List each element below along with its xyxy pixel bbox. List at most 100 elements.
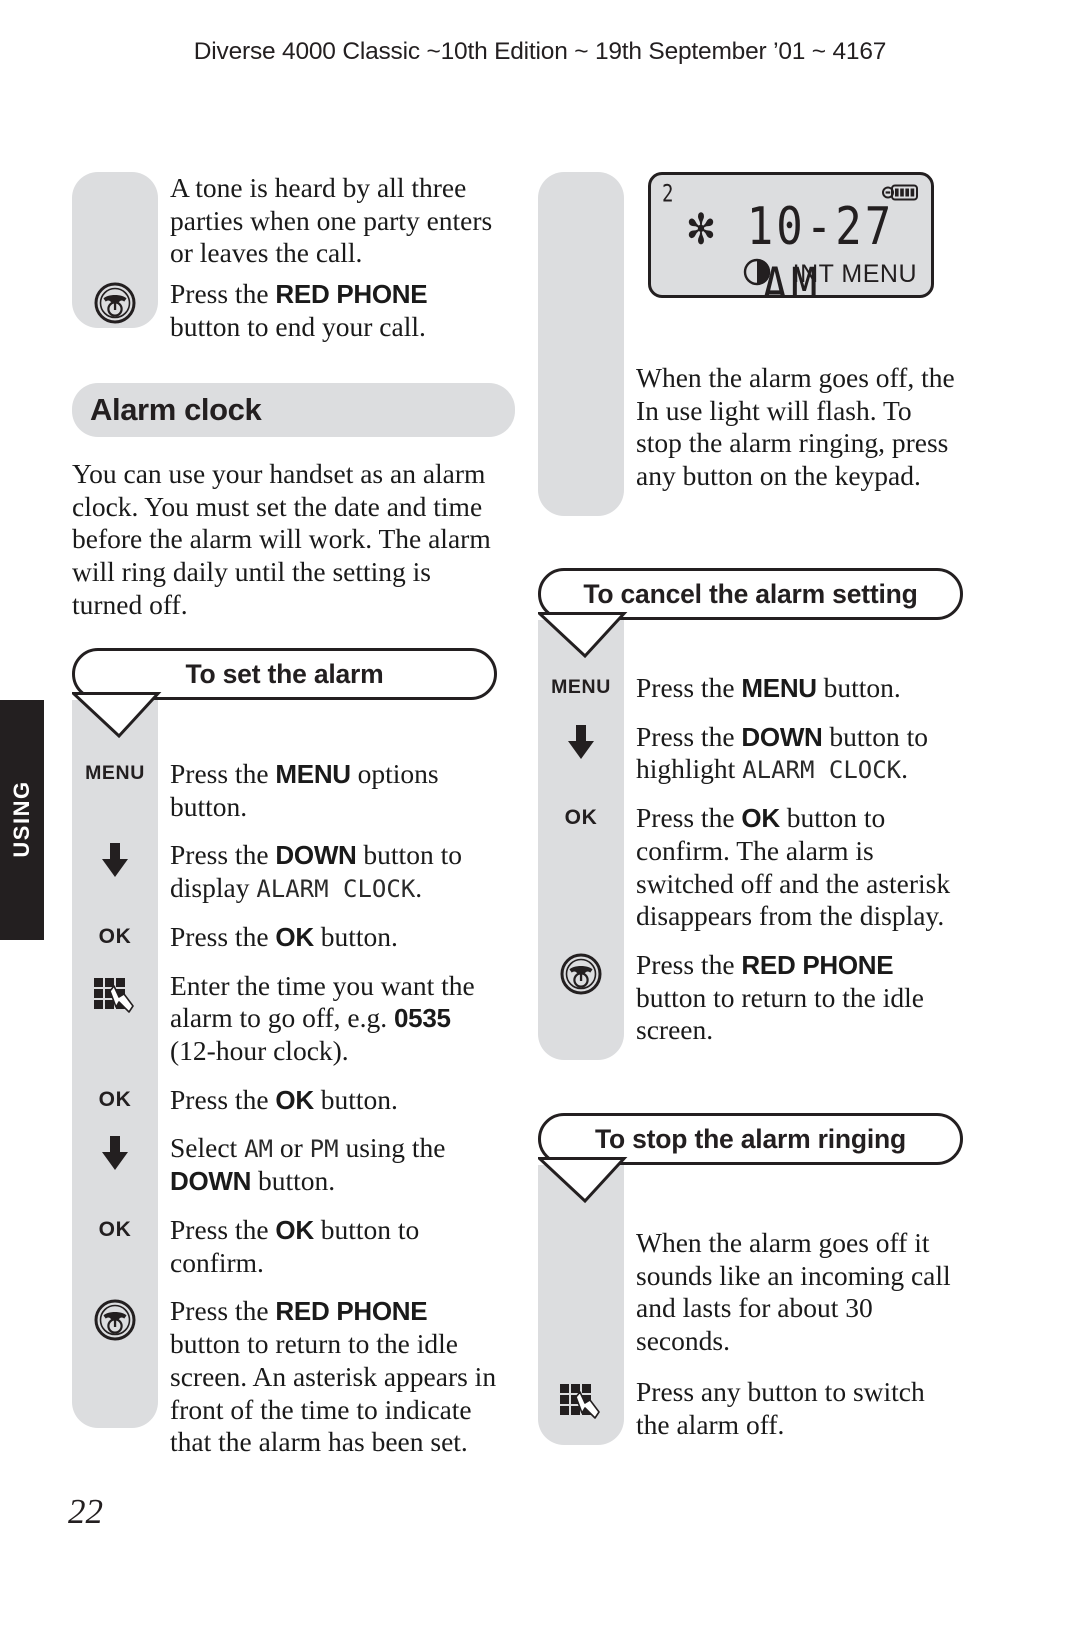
manual-page: Diverse 4000 Classic ~10th Edition ~ 19t…: [0, 0, 1080, 1648]
marker-empty: [72, 172, 158, 176]
step-row: Press the RED PHONE button to return to …: [538, 949, 963, 1047]
step-marker: [72, 1132, 158, 1171]
step-text: Press the: [636, 672, 742, 703]
step-marker: OK: [72, 1214, 158, 1242]
intro-paragraph-row: A tone is heard by all three parties whe…: [72, 172, 497, 270]
step-text: When the alarm goes off it sounds like a…: [636, 1227, 951, 1357]
step-text: Press the: [636, 802, 742, 834]
marker-label-menu: MENU: [551, 676, 611, 698]
emphasis-text: OK: [275, 1214, 314, 1245]
lcd-screen: 2 ✻ 10-27 AM INT MENU: [648, 172, 934, 298]
intro-step-row: Press the RED PHONE button to end your c…: [72, 278, 497, 343]
marker-red-phone: [72, 278, 158, 324]
step-text: Press the: [170, 758, 276, 789]
step-text: Press the: [170, 1295, 276, 1327]
callout-tail-icon: [538, 1157, 628, 1204]
step-marker: OK: [538, 802, 624, 830]
step-text: .: [901, 753, 909, 785]
marker-label-ok: OK: [98, 1087, 132, 1111]
step-text: (12-hour clock).: [170, 1035, 349, 1067]
red-phone-icon: [560, 953, 602, 995]
emphasis-text: OK: [275, 921, 314, 952]
step-marker: [72, 1295, 158, 1341]
step-body: Press the MENU button.: [624, 672, 963, 705]
step-marker: OK: [72, 1084, 158, 1112]
intro-step-post: button to end your call.: [170, 310, 426, 342]
lcd-panel: 2 ✻ 10-27 AM INT MENU: [648, 172, 934, 298]
step-row: Enter the time you want the alarm to go …: [72, 970, 497, 1068]
step-marker: MENU: [538, 672, 624, 699]
marker-label-ok: OK: [98, 1217, 132, 1241]
step-text: button.: [251, 1165, 336, 1197]
step-marker: [538, 721, 624, 759]
lcd-caption: When the alarm goes off, the In use ligh…: [636, 362, 955, 492]
keypad-icon: [94, 977, 134, 1013]
step-row: Press the DOWN button to display ALARM C…: [72, 839, 497, 904]
lcd-display-text: ALARM CLOCK: [742, 756, 902, 785]
step-marker: [538, 1227, 624, 1231]
emphasis-text: DOWN: [275, 840, 357, 871]
red-phone-icon: [94, 1299, 136, 1341]
step-body: Select AM or PM using the DOWN button.: [158, 1132, 497, 1197]
intro-step-bold: RED PHONE: [275, 279, 428, 310]
step-text: or: [272, 1132, 310, 1164]
callout-tail-icon: [538, 612, 628, 659]
step-row: OK Press the OK button.: [72, 921, 497, 954]
callout-tail-icon: [72, 692, 162, 739]
step-text: button.: [313, 1083, 398, 1115]
keypad-icon: [560, 1383, 600, 1419]
step-marker: [72, 839, 158, 878]
step-text: button.: [816, 672, 901, 703]
step-body: Press the MENU options button.: [158, 758, 497, 823]
intro-callout-block: A tone is heard by all three parties whe…: [72, 172, 497, 344]
step-text: Press any button to switch the alarm off…: [636, 1375, 925, 1440]
emphasis-text: OK: [275, 1084, 314, 1115]
half-moon-icon: [743, 258, 771, 286]
step-text: Press the: [636, 720, 742, 752]
step-body: Press the DOWN button to display ALARM C…: [158, 839, 497, 904]
step-text: Select: [170, 1132, 245, 1164]
step-body: Press the OK button.: [158, 1084, 497, 1117]
step-body: Enter the time you want the alarm to go …: [158, 970, 497, 1068]
emphasis-text: 0535: [394, 1003, 451, 1034]
marker-label-menu: MENU: [85, 762, 145, 784]
marker-label-ok: OK: [564, 806, 598, 830]
emphasis-text: MENU: [275, 759, 351, 789]
step-body: Press the OK button to confirm. The alar…: [624, 802, 963, 933]
step-text: button to return to the idle screen.: [636, 981, 924, 1046]
intro-step-pre: Press the: [170, 278, 276, 310]
callout-cancel-alarm-label: To cancel the alarm setting: [583, 578, 918, 609]
step-row: MENU Press the MENU button.: [538, 672, 963, 705]
step-row: Press the RED PHONE button to return to …: [72, 1295, 497, 1459]
emphasis-text: DOWN: [741, 721, 823, 752]
step-text: button to return to the idle screen. An …: [170, 1328, 497, 1458]
step-body: Press the DOWN button to highlight ALARM…: [624, 721, 963, 786]
section-tab-label: USING: [9, 780, 34, 858]
lcd-rail: [538, 172, 624, 516]
intro-step-text: Press the RED PHONE button to end your c…: [158, 278, 497, 343]
section-heading-alarm-clock: Alarm clock: [72, 383, 515, 437]
step-text: Press the: [636, 949, 742, 981]
emphasis-text: OK: [741, 803, 780, 834]
lcd-display-text: AM: [244, 1135, 273, 1164]
page-number: 22: [68, 1492, 103, 1531]
cancel-alarm-steps-block: MENU Press the MENU button. Press the DOWN…: [538, 620, 963, 1060]
stop-alarm-steps: When the alarm goes off it sounds like a…: [538, 1165, 963, 1441]
step-row: OK Press the OK button to confirm. The al…: [538, 802, 963, 933]
section-heading-label: Alarm clock: [90, 392, 262, 427]
step-row: MENU Press the MENU options button.: [72, 758, 497, 823]
step-marker: [72, 970, 158, 1016]
step-text: Press the: [170, 1213, 276, 1245]
callout-stop-alarm: To stop the alarm ringing: [538, 1113, 963, 1204]
step-body: Press the OK button.: [158, 921, 497, 954]
step-body: Press any button to switch the alarm off…: [624, 1376, 963, 1441]
step-body: Press the RED PHONE button to return to …: [158, 1295, 497, 1459]
red-phone-icon: [94, 282, 136, 324]
step-row: Select AM or PM using the DOWN button.: [72, 1132, 497, 1197]
running-header: Diverse 4000 Classic ~10th Edition ~ 19t…: [193, 38, 887, 65]
step-marker: MENU: [72, 758, 158, 785]
step-text: Press the: [170, 1083, 276, 1115]
down-arrow-icon: [102, 843, 128, 878]
stop-alarm-steps-block: When the alarm goes off it sounds like a…: [538, 1165, 963, 1445]
step-marker: OK: [72, 921, 158, 949]
